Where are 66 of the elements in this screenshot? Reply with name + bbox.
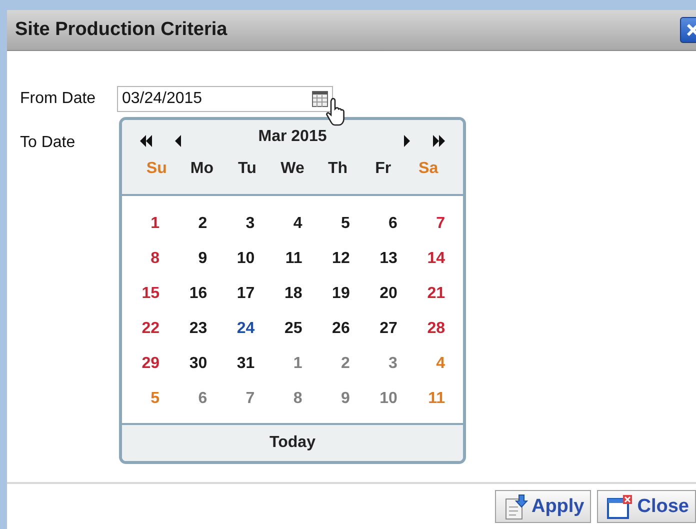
calendar-day[interactable]: 2 [174,206,222,241]
field-label: From Date [20,90,97,108]
document-arrow-icon [504,494,528,520]
calendar-day[interactable]: 5 [316,206,364,241]
calendar-day[interactable]: 7 [221,381,269,416]
calendar-day[interactable]: 1 [268,346,316,381]
weekday-header: We [280,159,306,179]
calendar-day[interactable]: 6 [174,381,222,416]
weekday-header: Th [327,159,349,179]
window-title: Site Production Criteria [15,19,228,41]
calendar-day[interactable]: 31 [221,346,269,381]
calendar-day[interactable]: 16 [174,276,222,311]
calendar-day[interactable]: 25 [268,311,316,346]
calendar-day[interactable]: 19 [316,276,364,311]
weekday-header: Tu [237,159,258,179]
month-title: Mar 2015 [258,128,327,146]
weekday-header: Mo [189,159,214,179]
calendar-day[interactable]: 11 [268,241,316,276]
calendar-day[interactable]: 21 [411,276,459,311]
calendar-day[interactable]: 3 [364,346,412,381]
calendar-day[interactable]: 3 [221,206,269,241]
calendar-day[interactable]: 27 [364,311,412,346]
close-icon [686,23,696,37]
calendar-day[interactable]: 12 [316,241,364,276]
calendar-day[interactable]: 9 [316,381,364,416]
previous-month-button[interactable] [174,135,182,147]
weekday-header: Su [145,159,168,179]
left-arrow-icon [174,135,182,147]
calendar-day[interactable]: 1 [126,206,174,241]
next-year-button[interactable] [432,135,446,147]
calendar-day[interactable]: 29 [126,346,174,381]
calendar-day[interactable]: 15 [126,276,174,311]
calendar-day[interactable]: 30 [174,346,222,381]
calendar-day[interactable]: 26 [316,311,364,346]
calendar-day[interactable]: 13 [364,241,412,276]
calendar-day[interactable]: 22 [126,311,174,346]
calendar-day[interactable]: 4 [268,206,316,241]
calendar-day[interactable]: 18 [268,276,316,311]
close-button[interactable]: Close [597,490,696,523]
calendar-day[interactable]: 24 [221,311,269,346]
calendar-day[interactable]: 10 [364,381,412,416]
previous-year-button[interactable] [139,135,153,147]
calendar-day[interactable]: 2 [316,346,364,381]
right-arrow-icon [403,135,411,147]
apply-button[interactable]: Apply [495,490,592,523]
next-month-button[interactable] [403,135,411,147]
calendar-day[interactable]: 20 [364,276,412,311]
field-label: To Date [20,134,76,152]
date-field[interactable]: 03/24/2015 [117,86,333,112]
calendar-day[interactable]: 8 [126,241,174,276]
calendar-day[interactable]: 7 [411,206,459,241]
calendar-day[interactable]: 28 [411,311,459,346]
calendar-day[interactable]: 9 [174,241,222,276]
today-button[interactable]: Today [122,423,463,461]
calendar-day[interactable]: 8 [268,381,316,416]
weekday-header: Fr [374,159,392,179]
double-right-arrow-icon [432,135,446,147]
weekday-header: Sa [418,159,440,179]
calendar-day[interactable]: 23 [174,311,222,346]
calendar-day[interactable]: 6 [364,206,412,241]
window-close-icon [606,494,634,520]
double-left-arrow-icon [139,135,153,147]
calendar-day[interactable]: 10 [221,241,269,276]
calendar-day[interactable]: 17 [221,276,269,311]
calendar-day[interactable]: 14 [411,241,459,276]
calendar-icon[interactable] [312,91,328,107]
